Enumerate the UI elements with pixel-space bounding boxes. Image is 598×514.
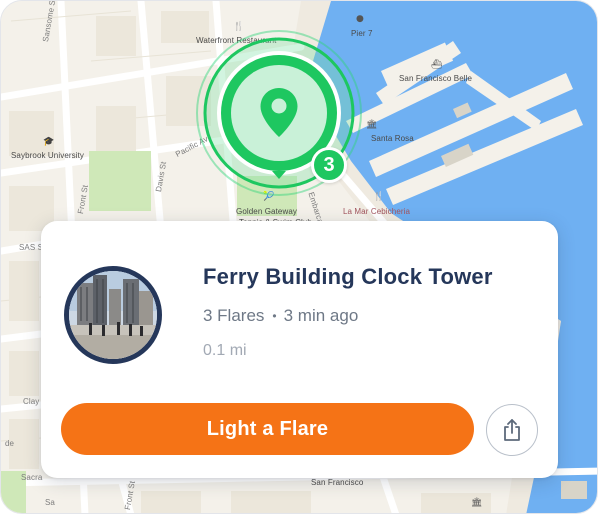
map-label-clay: Clay [23, 397, 40, 406]
flare-count-badge: 3 [311, 147, 347, 183]
map-label-sacra: Sacra [21, 473, 43, 482]
light-a-flare-button[interactable]: Light a Flare [61, 403, 474, 455]
university-icon: 🎓 [43, 137, 55, 147]
place-title: Ferry Building Clock Tower [203, 264, 493, 289]
time-ago-text: 3 min ago [283, 306, 359, 325]
map-label-santa-rosa: Santa Rosa [371, 134, 414, 143]
museum-icon: 🏛 [366, 120, 378, 130]
ferry-icon: ⛴ [431, 60, 443, 70]
tennis-icon: 🎾 [263, 192, 275, 202]
distance-text: 0.1 mi [203, 342, 247, 359]
place-photo [64, 266, 162, 364]
share-button[interactable] [486, 404, 538, 456]
map-label-saybrook: Saybrook University [11, 151, 85, 160]
map-label-waterfront-restaurant: Waterfront Restaurant [196, 36, 277, 45]
flare-count-text: 3 Flares [203, 306, 265, 325]
map-screen: Waterfront Restaurant Pier 7 San Francis… [0, 0, 598, 514]
museum-icon: 🏛 [471, 498, 483, 508]
map-label-la-mar: La Mar Cebicheria [343, 207, 411, 216]
map-label-pier7: Pier 7 [351, 29, 373, 38]
map-label-de: de [5, 439, 15, 448]
place-card: Ferry Building Clock Tower 3 Flares • 3 … [41, 221, 558, 478]
map-label-sf-belle: San Francisco Belle [399, 74, 473, 83]
restaurant-icon: 🍴 [373, 192, 385, 202]
pier-marker-icon: ● [356, 14, 364, 24]
map-label-sa: Sa [45, 498, 55, 507]
restaurant-icon: 🍴 [233, 22, 245, 32]
map-label-golden-gateway: Golden Gateway [236, 207, 297, 216]
meta-separator: • [272, 309, 277, 323]
map-label-sf-bottom: San Francisco [311, 478, 364, 487]
place-meta: 3 Flares • 3 min ago [203, 306, 358, 326]
share-icon [504, 419, 520, 441]
